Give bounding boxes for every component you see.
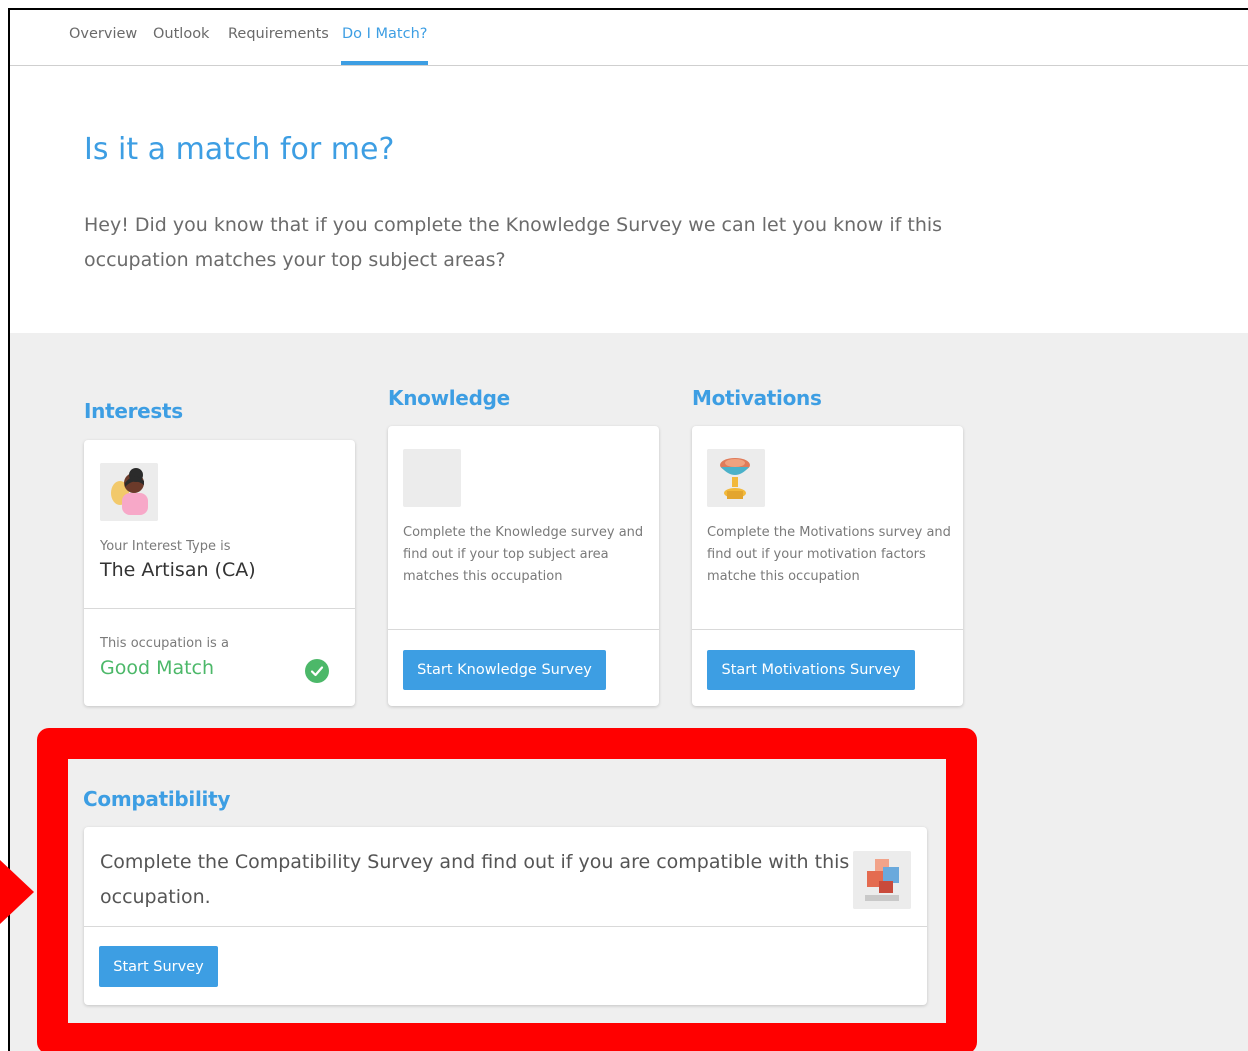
highlight-arrow bbox=[0, 860, 34, 924]
knowledge-image-placeholder bbox=[403, 449, 461, 507]
tab-outlook[interactable]: Outlook bbox=[153, 26, 209, 42]
match-label: This occupation is a bbox=[100, 636, 229, 651]
motivations-card: Complete the Motivations survey and find… bbox=[692, 426, 963, 706]
match-value: Good Match bbox=[100, 657, 215, 679]
interest-type-label: Your Interest Type is bbox=[100, 539, 231, 554]
knowledge-description: Complete the Knowledge survey and find o… bbox=[403, 525, 644, 584]
interest-type-value: The Artisan (CA) bbox=[100, 559, 256, 581]
tab-overview[interactable]: Overview bbox=[69, 26, 137, 42]
trophy-icon bbox=[707, 449, 765, 507]
card-divider bbox=[84, 608, 355, 609]
active-tab-indicator bbox=[341, 61, 428, 65]
page-title: Is it a match for me? bbox=[84, 132, 395, 167]
tab-bar: Overview Outlook Requirements Do I Match… bbox=[10, 10, 1248, 66]
motivations-description: Complete the Motivations survey and find… bbox=[707, 525, 951, 584]
motivations-heading: Motivations bbox=[692, 386, 822, 410]
artisan-avatar-icon bbox=[100, 463, 158, 521]
tab-requirements[interactable]: Requirements bbox=[228, 26, 329, 42]
tab-do-i-match[interactable]: Do I Match? bbox=[342, 26, 427, 42]
interests-card: Your Interest Type is The Artisan (CA) T… bbox=[84, 440, 355, 706]
knowledge-heading: Knowledge bbox=[388, 386, 510, 410]
card-divider bbox=[692, 629, 963, 630]
card-divider bbox=[388, 629, 659, 630]
page-frame: Overview Outlook Requirements Do I Match… bbox=[8, 8, 1248, 1051]
highlight-box bbox=[37, 728, 977, 1051]
start-motivations-survey-button[interactable]: Start Motivations Survey bbox=[707, 650, 915, 690]
intro-text: Hey! Did you know that if you complete t… bbox=[84, 214, 943, 271]
knowledge-card: Complete the Knowledge survey and find o… bbox=[388, 426, 659, 706]
check-icon bbox=[305, 659, 329, 683]
interests-heading: Interests bbox=[84, 399, 183, 423]
start-knowledge-survey-button[interactable]: Start Knowledge Survey bbox=[403, 650, 606, 690]
